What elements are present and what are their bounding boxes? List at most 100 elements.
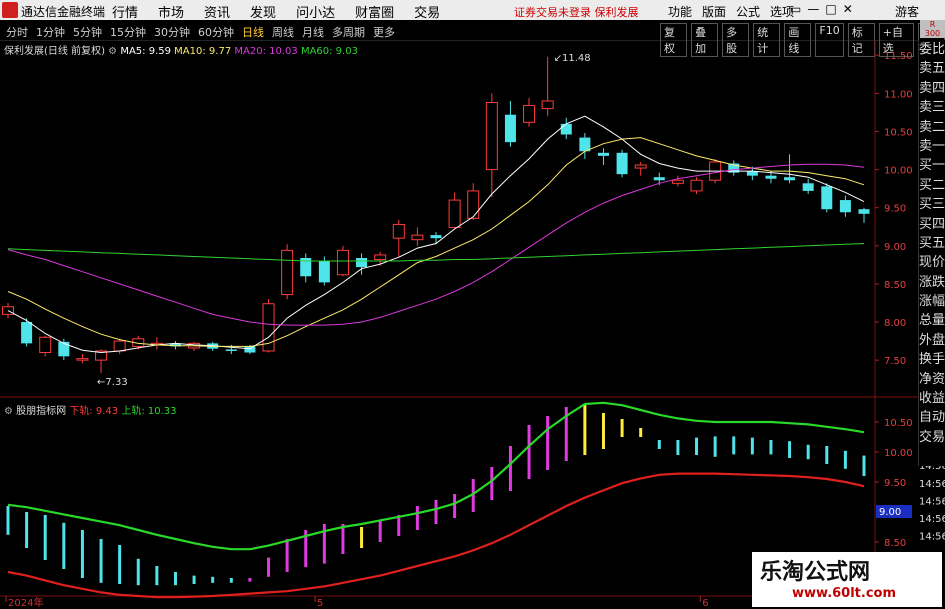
ma20-label: MA20: 10.03 bbox=[234, 46, 298, 57]
indicator-tick-label: 10.50 bbox=[884, 418, 913, 429]
candle-body-up bbox=[523, 105, 536, 123]
candle-body-up bbox=[113, 340, 126, 352]
low-annotation: ←7.33 bbox=[97, 377, 128, 388]
legend-gear-icon[interactable]: ⚙ bbox=[108, 46, 117, 57]
side-item[interactable]: 卖一 bbox=[919, 137, 945, 156]
side-item[interactable]: 买四 bbox=[919, 215, 945, 234]
high-annotation: ↙11.48 bbox=[554, 53, 591, 64]
side-item[interactable]: 卖四 bbox=[919, 79, 945, 98]
candle-body-down bbox=[21, 322, 33, 344]
side-item[interactable]: 总量 bbox=[919, 311, 945, 330]
candle-body-down bbox=[802, 183, 814, 191]
candle-body-up bbox=[411, 234, 424, 241]
price-tick-label: 7.50 bbox=[884, 356, 906, 367]
candle-body-down bbox=[356, 257, 368, 268]
watermark-text: 乐淘公式网 bbox=[760, 560, 871, 585]
price-tick-label: 10.00 bbox=[884, 166, 913, 177]
lower-band-line bbox=[7, 472, 865, 599]
time-stamp-label: 14:56 bbox=[919, 479, 945, 490]
candle-body-down bbox=[504, 114, 516, 143]
time-stamp-label: 14:56 bbox=[919, 514, 945, 525]
price-tick-label: 8.50 bbox=[884, 280, 906, 291]
lower-band-label: 下轨: 9.43 bbox=[69, 406, 119, 417]
candle-body-up bbox=[541, 100, 554, 110]
candle-body-down bbox=[318, 261, 330, 283]
candle-body-up bbox=[39, 336, 52, 354]
price-tick-label: 10.50 bbox=[884, 127, 913, 138]
time-stamp-label: 14:56 bbox=[919, 532, 945, 543]
side-item[interactable]: 卖三 bbox=[919, 98, 945, 117]
candle-body-up bbox=[467, 190, 480, 219]
candle-body-down bbox=[839, 200, 851, 213]
time-axis-label: 5 bbox=[317, 598, 323, 609]
price-tick-label: 11.00 bbox=[884, 89, 913, 100]
price-tick-label: 11.50 bbox=[884, 51, 913, 62]
main-legend: 保利发展(日线 前复权) ⚙ MA5: 9.59 MA10: 9.77 MA20… bbox=[4, 42, 358, 57]
candle-body-down bbox=[616, 152, 628, 175]
time-stamp-label: 14:56 bbox=[919, 496, 945, 507]
price-tick-label: 8.00 bbox=[884, 318, 906, 329]
side-item[interactable]: 买二 bbox=[919, 176, 945, 195]
current-price-text: 9.00 bbox=[879, 507, 901, 518]
side-item[interactable]: 涨幅 bbox=[919, 292, 945, 311]
indicator-tick-label: 9.50 bbox=[884, 478, 906, 489]
indicator-legend: ⚙ 股朋指标网 下轨: 9.43 上轨: 10.33 bbox=[4, 402, 177, 417]
upper-band-label: 上轨: 10.33 bbox=[121, 406, 177, 417]
candle-body-up bbox=[2, 306, 14, 315]
candle-body-up bbox=[448, 199, 461, 229]
candle-body-up bbox=[374, 254, 387, 261]
indicator-title: 股朋指标网 bbox=[16, 406, 67, 417]
ma10-label: MA10: 9.77 bbox=[174, 46, 232, 57]
candle-body-down bbox=[597, 152, 609, 156]
ma60-label: MA60: 9.03 bbox=[300, 46, 358, 57]
candle-body-up bbox=[336, 249, 349, 276]
candle-body-up bbox=[690, 179, 703, 192]
candle-body-down bbox=[784, 177, 796, 181]
price-tick-label: 9.00 bbox=[884, 242, 906, 253]
ma60-line bbox=[7, 243, 865, 262]
ma5-label: MA5: 9.59 bbox=[120, 46, 171, 57]
candle-body-down bbox=[821, 186, 833, 210]
side-item[interactable]: 净资 bbox=[919, 370, 945, 389]
candle-body-down bbox=[244, 346, 256, 353]
side-item[interactable]: 卖五 bbox=[919, 59, 945, 78]
candle-body-up bbox=[671, 179, 684, 184]
candle-body-down bbox=[225, 349, 237, 351]
time-axis-label: 6 bbox=[702, 598, 708, 609]
watermark-url: www.60lt.com bbox=[792, 586, 897, 601]
watermark-logo: 乐淘公式网 www.60lt.com bbox=[752, 552, 942, 607]
indicator-tick-label: 10.00 bbox=[884, 448, 913, 459]
candle-body-down bbox=[560, 123, 572, 135]
indicator-gear-icon[interactable]: ⚙ bbox=[4, 406, 13, 417]
side-item[interactable]: 委比 bbox=[919, 40, 945, 59]
side-item[interactable]: 涨跌 bbox=[919, 273, 945, 292]
side-item[interactable]: 自动 bbox=[919, 408, 945, 427]
indicator-tick-label: 8.50 bbox=[884, 538, 906, 549]
price-tick-label: 9.50 bbox=[884, 204, 906, 215]
candle-body-down bbox=[58, 341, 70, 357]
candle-body-up bbox=[485, 102, 498, 171]
upper-band-line bbox=[7, 401, 865, 551]
side-item[interactable]: 卖二 bbox=[919, 118, 945, 137]
kline-chart[interactable]: 11.50 11.00 10.50 10.00 9.50 9.00 8.50 8.00 7.50… bbox=[0, 0, 945, 609]
stock-title: 保利发展(日线 前复权) bbox=[4, 46, 105, 57]
side-item[interactable]: 外盘 bbox=[919, 331, 945, 350]
side-item[interactable]: 买五 bbox=[919, 234, 945, 253]
candle-body-up bbox=[634, 164, 647, 169]
candle-body-down bbox=[765, 175, 777, 179]
side-item[interactable]: 交易 bbox=[919, 428, 945, 447]
candle-body-up bbox=[281, 249, 294, 296]
candle-body-down bbox=[430, 235, 442, 239]
side-item[interactable]: 买三 bbox=[919, 195, 945, 214]
ma20-line bbox=[7, 163, 865, 326]
quote-side-panel: 委比 卖五 卖四 卖三 卖二 卖一 买一 买二 买三 买四 买五 现价 涨跌 涨… bbox=[918, 40, 945, 466]
side-item[interactable]: 收益 bbox=[919, 389, 945, 408]
candle-body-down bbox=[858, 209, 870, 214]
side-item[interactable]: 买一 bbox=[919, 156, 945, 175]
time-axis-label: 2024年 bbox=[8, 596, 43, 609]
side-item[interactable]: 换手 bbox=[919, 350, 945, 369]
candle-body-down bbox=[653, 177, 665, 181]
side-item[interactable]: 现价 bbox=[919, 253, 945, 272]
candle-body-up bbox=[76, 358, 89, 361]
candle-body-up bbox=[392, 223, 405, 239]
